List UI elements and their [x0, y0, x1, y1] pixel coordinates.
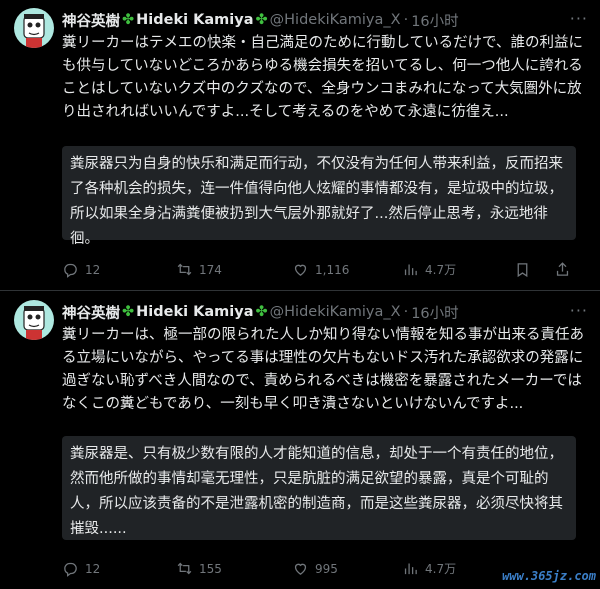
handle[interactable]: @HidekiKamiya_X [270, 304, 401, 320]
like-icon [294, 563, 307, 575]
tweet-text: 糞リーカーは、極一部の限られた人しか知り得ない情報を知る事が出来る責任ある立場に… [62, 327, 584, 412]
tweet-divider [0, 290, 600, 291]
separator-dot: · [403, 12, 409, 28]
bookmark-icon [517, 263, 528, 278]
handle[interactable]: @HidekiKamiya_X [270, 12, 401, 28]
retweet-count: 174 [199, 262, 222, 277]
views-button[interactable]: 4.7万 [402, 560, 456, 577]
display-name[interactable]: 神谷英樹 [62, 10, 120, 31]
tweet-header: 神谷英樹 ✤ Hideki Kamiya ✤ @HidekiKamiya_X ·… [62, 302, 459, 322]
tweet[interactable]: 神谷英樹 ✤ Hideki Kamiya ✤ @HidekiKamiya_X ·… [0, 292, 600, 589]
like-icon [294, 264, 307, 276]
avatar[interactable] [14, 300, 54, 340]
timestamp[interactable]: 16小时 [411, 302, 458, 323]
translation-box: 粪尿器是、只有极少数有限的人才能知道的信息，却处于一个有责任的地位，然而他所做的… [62, 436, 576, 540]
retweet-icon [177, 562, 192, 575]
reply-count: 12 [85, 561, 101, 576]
tweet-text: 糞リーカーはテメエの快楽・自己満足のために行動しているだけで、誰の利益にも供与し… [62, 35, 583, 120]
like-count: 1,116 [315, 262, 350, 277]
reply-count: 12 [85, 262, 101, 277]
retweet-button[interactable]: 174 [176, 261, 222, 278]
like-button[interactable]: 1,116 [292, 261, 349, 278]
timestamp[interactable]: 16小时 [411, 10, 458, 31]
views-icon [404, 264, 417, 276]
views-count: 4.7万 [425, 263, 457, 277]
watermark: www.365jz.com [502, 569, 596, 583]
like-button[interactable]: 995 [292, 560, 338, 577]
views-count: 4.7万 [425, 562, 457, 576]
tweet[interactable]: 神谷英樹 ✤ Hideki Kamiya ✤ @HidekiKamiya_X ·… [0, 0, 600, 290]
tweet-header: 神谷英樹 ✤ Hideki Kamiya ✤ @HidekiKamiya_X ·… [62, 10, 459, 30]
more-icon[interactable]: ··· [570, 301, 588, 320]
translation-box: 粪尿器只为自身的快乐和满足而行动，不仅没有为任何人带来利益，反而招来了各种机会的… [62, 146, 576, 247]
retweet-button[interactable]: 155 [176, 560, 222, 577]
avatar[interactable] [14, 8, 54, 48]
share-button[interactable] [554, 261, 577, 278]
clover-icon: ✤ [255, 304, 268, 320]
display-name[interactable]: 神谷英樹 [62, 302, 120, 323]
more-icon[interactable]: ··· [570, 9, 588, 28]
retweet-count: 155 [199, 561, 222, 576]
reply-icon [64, 263, 77, 278]
english-name[interactable]: Hideki Kamiya [136, 304, 253, 320]
reply-button[interactable]: 12 [62, 560, 100, 577]
share-icon [556, 262, 569, 276]
views-icon [404, 563, 417, 575]
bookmark-button[interactable] [514, 261, 537, 278]
english-name[interactable]: Hideki Kamiya [136, 12, 253, 28]
separator-dot: · [403, 304, 409, 320]
action-bar: 12 174 1,116 4.7万 [62, 261, 588, 281]
clover-icon: ✤ [122, 304, 135, 320]
clover-icon: ✤ [255, 12, 268, 28]
reply-icon [64, 562, 77, 577]
views-button[interactable]: 4.7万 [402, 261, 456, 278]
like-count: 995 [315, 561, 338, 576]
clover-icon: ✤ [122, 12, 135, 28]
reply-button[interactable]: 12 [62, 261, 100, 278]
retweet-icon [177, 263, 192, 276]
